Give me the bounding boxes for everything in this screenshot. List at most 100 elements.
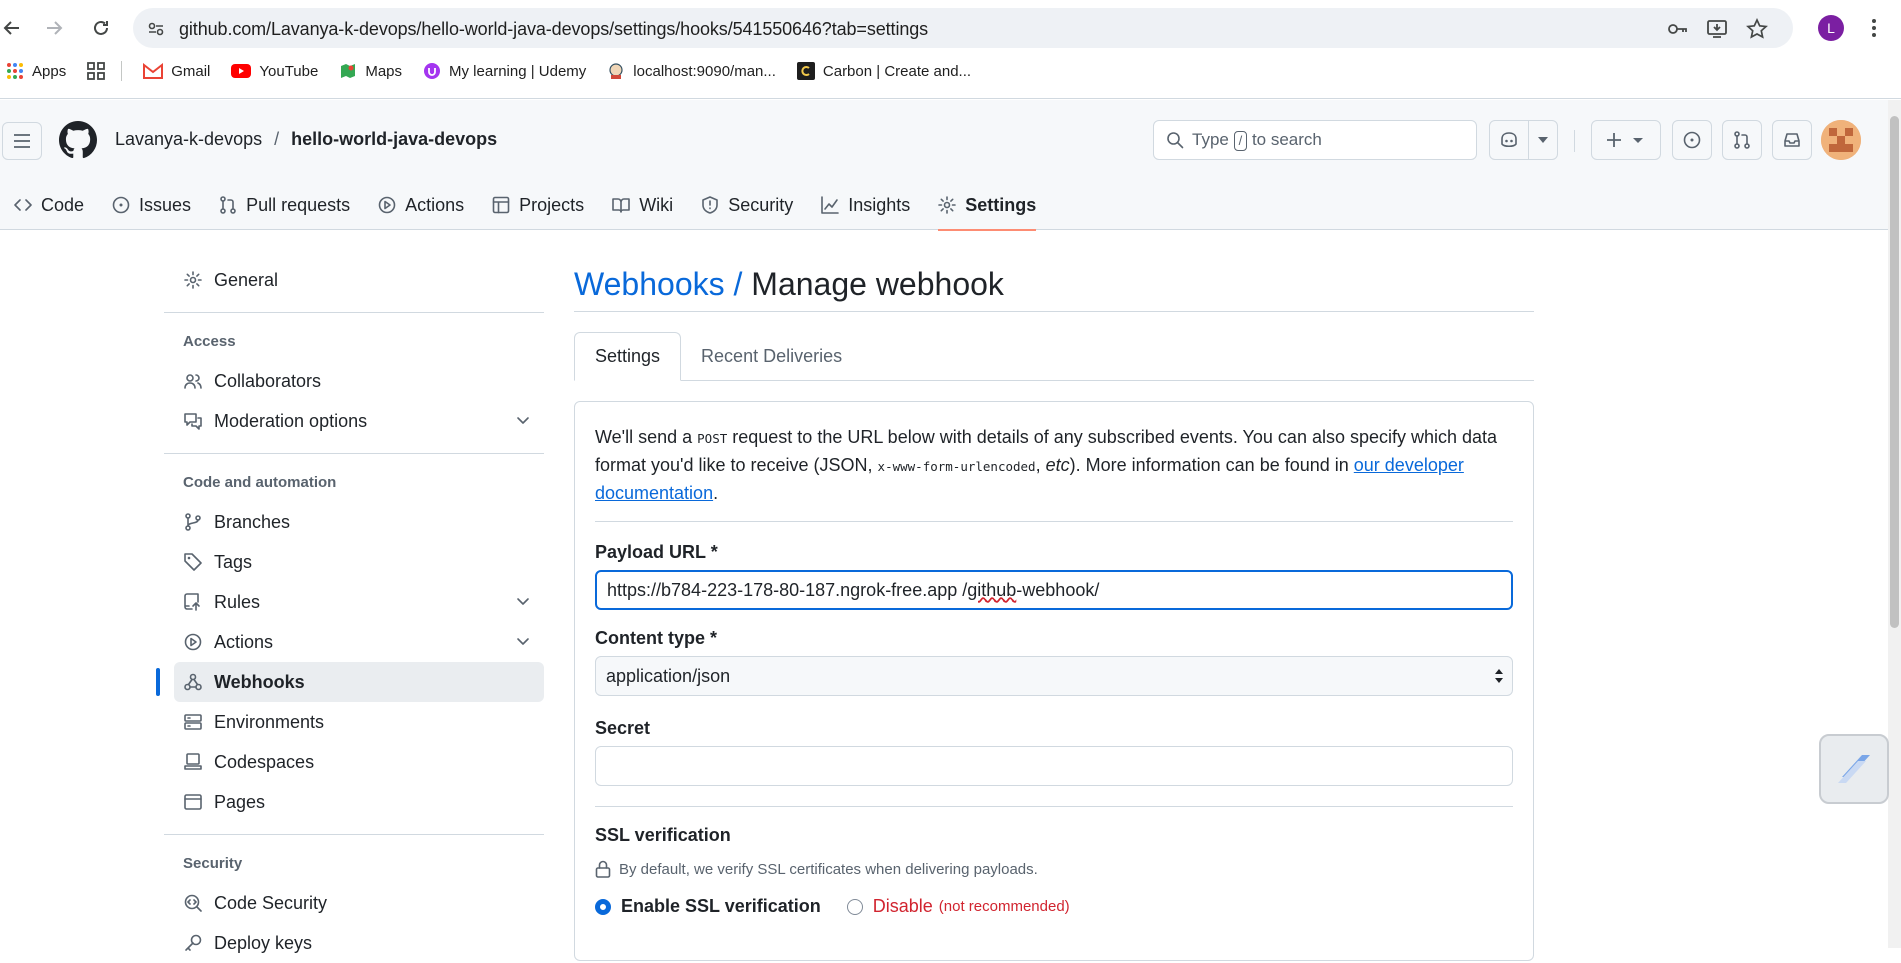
- apps-grid-icon: [6, 62, 24, 80]
- copilot-dropdown[interactable]: [1528, 120, 1558, 160]
- sidebar-item-tags[interactable]: Tags: [164, 542, 544, 582]
- tab-settings[interactable]: Settings: [924, 180, 1050, 231]
- gear-icon: [938, 196, 957, 214]
- tab-actions[interactable]: Actions: [364, 180, 478, 230]
- ssl-disable-radio[interactable]: [846, 898, 863, 915]
- back-icon[interactable]: [0, 16, 24, 40]
- sidebar-heading-code: Code and automation: [183, 473, 337, 491]
- copilot-button[interactable]: [1489, 120, 1529, 160]
- comment-discussion-icon: [184, 412, 202, 430]
- hamburger-menu-button[interactable]: [2, 122, 42, 160]
- search-icon: [1166, 131, 1184, 149]
- secret-input[interactable]: [595, 746, 1513, 786]
- chevron-down-icon[interactable]: [516, 413, 530, 427]
- tab-groups-icon: [87, 62, 106, 80]
- user-avatar[interactable]: [1821, 120, 1861, 160]
- ssl-radio-group: Enable SSL verification Disable (not rec…: [595, 896, 1513, 917]
- inbox-button[interactable]: [1772, 120, 1812, 160]
- code-icon: [14, 196, 32, 214]
- bookmark-udemy[interactable]: My learning | Udemy: [423, 62, 586, 80]
- bookmark-gmail[interactable]: Gmail: [143, 63, 210, 80]
- bookmark-tab-groups[interactable]: [87, 61, 123, 81]
- header-divider: [1574, 130, 1575, 152]
- tab-pull-requests[interactable]: Pull requests: [205, 180, 364, 230]
- bookmark-apps[interactable]: Apps: [6, 62, 66, 80]
- breadcrumb-repo[interactable]: hello-world-java-devops: [291, 129, 497, 150]
- profile-avatar[interactable]: L: [1818, 15, 1844, 41]
- create-new-button[interactable]: [1591, 120, 1661, 160]
- site-info-icon[interactable]: [145, 18, 167, 40]
- chevron-down-icon[interactable]: [516, 634, 530, 648]
- chrome-menu-icon[interactable]: [1862, 16, 1886, 40]
- extension-floating-button[interactable]: [1819, 734, 1889, 804]
- lock-icon: [595, 860, 611, 878]
- shield-icon: [701, 196, 719, 214]
- bookmark-localhost[interactable]: localhost:9090/man...: [607, 62, 776, 80]
- sidebar-item-deploy-keys[interactable]: Deploy keys: [164, 923, 544, 963]
- chevron-down-icon: [1538, 137, 1548, 143]
- bookmark-carbon[interactable]: Carbon | Create and...: [796, 62, 971, 80]
- install-app-icon[interactable]: [1706, 18, 1728, 40]
- tab-issues[interactable]: Issues: [98, 180, 205, 230]
- sidebar-item-code-security[interactable]: Code Security: [164, 883, 544, 923]
- scrollbar-thumb[interactable]: [1890, 116, 1899, 628]
- sidebar-divider: [164, 834, 544, 835]
- tab-recent-deliveries[interactable]: Recent Deliveries: [681, 332, 862, 380]
- bookmark-star-icon[interactable]: [1746, 18, 1768, 40]
- sidebar-item-environments[interactable]: Environments: [164, 702, 544, 742]
- bookmark-youtube[interactable]: YouTube: [231, 63, 318, 80]
- ssl-enable-radio[interactable]: [595, 898, 611, 915]
- content-type-select[interactable]: application/json: [595, 656, 1513, 696]
- maps-icon: [339, 62, 357, 80]
- jenkins-icon: [607, 62, 625, 80]
- tab-code[interactable]: Code: [0, 180, 98, 230]
- sidebar-divider: [164, 453, 544, 454]
- sidebar-item-codespaces[interactable]: Codespaces: [164, 742, 544, 782]
- address-bar[interactable]: github.com/Lavanya-k-devops/hello-world-…: [133, 8, 1793, 48]
- sidebar-item-moderation[interactable]: Moderation options: [164, 401, 544, 441]
- sidebar-item-webhooks[interactable]: Webhooks: [156, 662, 544, 702]
- url-text[interactable]: github.com/Lavanya-k-devops/hello-world-…: [179, 19, 928, 40]
- tab-security[interactable]: Security: [687, 180, 807, 230]
- ssl-disable-label[interactable]: Disable: [873, 896, 933, 917]
- sidebar-item-general[interactable]: General: [164, 260, 544, 300]
- chevron-down-icon[interactable]: [516, 594, 530, 608]
- sidebar-item-actions[interactable]: Actions: [164, 622, 544, 662]
- sidebar-item-collaborators[interactable]: Collaborators: [164, 361, 544, 401]
- issues-button[interactable]: [1672, 120, 1712, 160]
- browser-chrome: github.com/Lavanya-k-devops/hello-world-…: [0, 0, 1901, 99]
- tab-insights[interactable]: Insights: [807, 180, 924, 230]
- search-input[interactable]: Type / to search: [1153, 120, 1477, 160]
- people-icon: [184, 372, 202, 390]
- sidebar-heading-security: Security: [183, 854, 243, 872]
- breadcrumb-owner[interactable]: Lavanya-k-devops: [115, 129, 262, 150]
- page-scrollbar[interactable]: [1888, 100, 1901, 948]
- udemy-icon: [423, 62, 441, 80]
- sidebar-divider: [164, 312, 544, 313]
- inbox-icon: [1784, 133, 1800, 147]
- ssl-enable-label[interactable]: Enable SSL verification: [621, 896, 821, 917]
- payload-url-input[interactable]: https://b784-223-178-80-187.ngrok-free.a…: [595, 570, 1513, 610]
- carbon-icon: [796, 62, 815, 80]
- reload-icon[interactable]: [89, 16, 113, 40]
- sidebar-item-rules[interactable]: Rules: [164, 582, 544, 622]
- hamburger-icon: [14, 134, 30, 148]
- webhook-form: We'll send a POST request to the URL bel…: [574, 401, 1534, 961]
- password-key-icon[interactable]: [1666, 18, 1688, 40]
- sidebar-item-pages[interactable]: Pages: [164, 782, 544, 822]
- tab-wiki[interactable]: Wiki: [598, 180, 687, 230]
- tab-webhook-settings[interactable]: Settings: [574, 332, 682, 381]
- bookmark-maps[interactable]: Maps: [339, 62, 402, 80]
- github-logo-icon[interactable]: [59, 121, 97, 159]
- play-icon: [378, 196, 396, 214]
- bookmarks-bar: Apps Gmail YouTube Maps My learning | Ud…: [0, 57, 1901, 85]
- webhooks-breadcrumb-link[interactable]: Webhooks /: [574, 266, 742, 302]
- play-icon: [184, 633, 202, 651]
- repo-tabs: Code Issues Pull requests Actions Projec…: [0, 180, 1050, 231]
- tab-projects[interactable]: Projects: [478, 180, 598, 230]
- forward-icon[interactable]: [42, 16, 66, 40]
- pull-requests-button[interactable]: [1722, 120, 1762, 160]
- issue-icon: [112, 196, 130, 214]
- sidebar-item-branches[interactable]: Branches: [164, 502, 544, 542]
- ssl-disable-note: (not recommended): [938, 898, 1070, 915]
